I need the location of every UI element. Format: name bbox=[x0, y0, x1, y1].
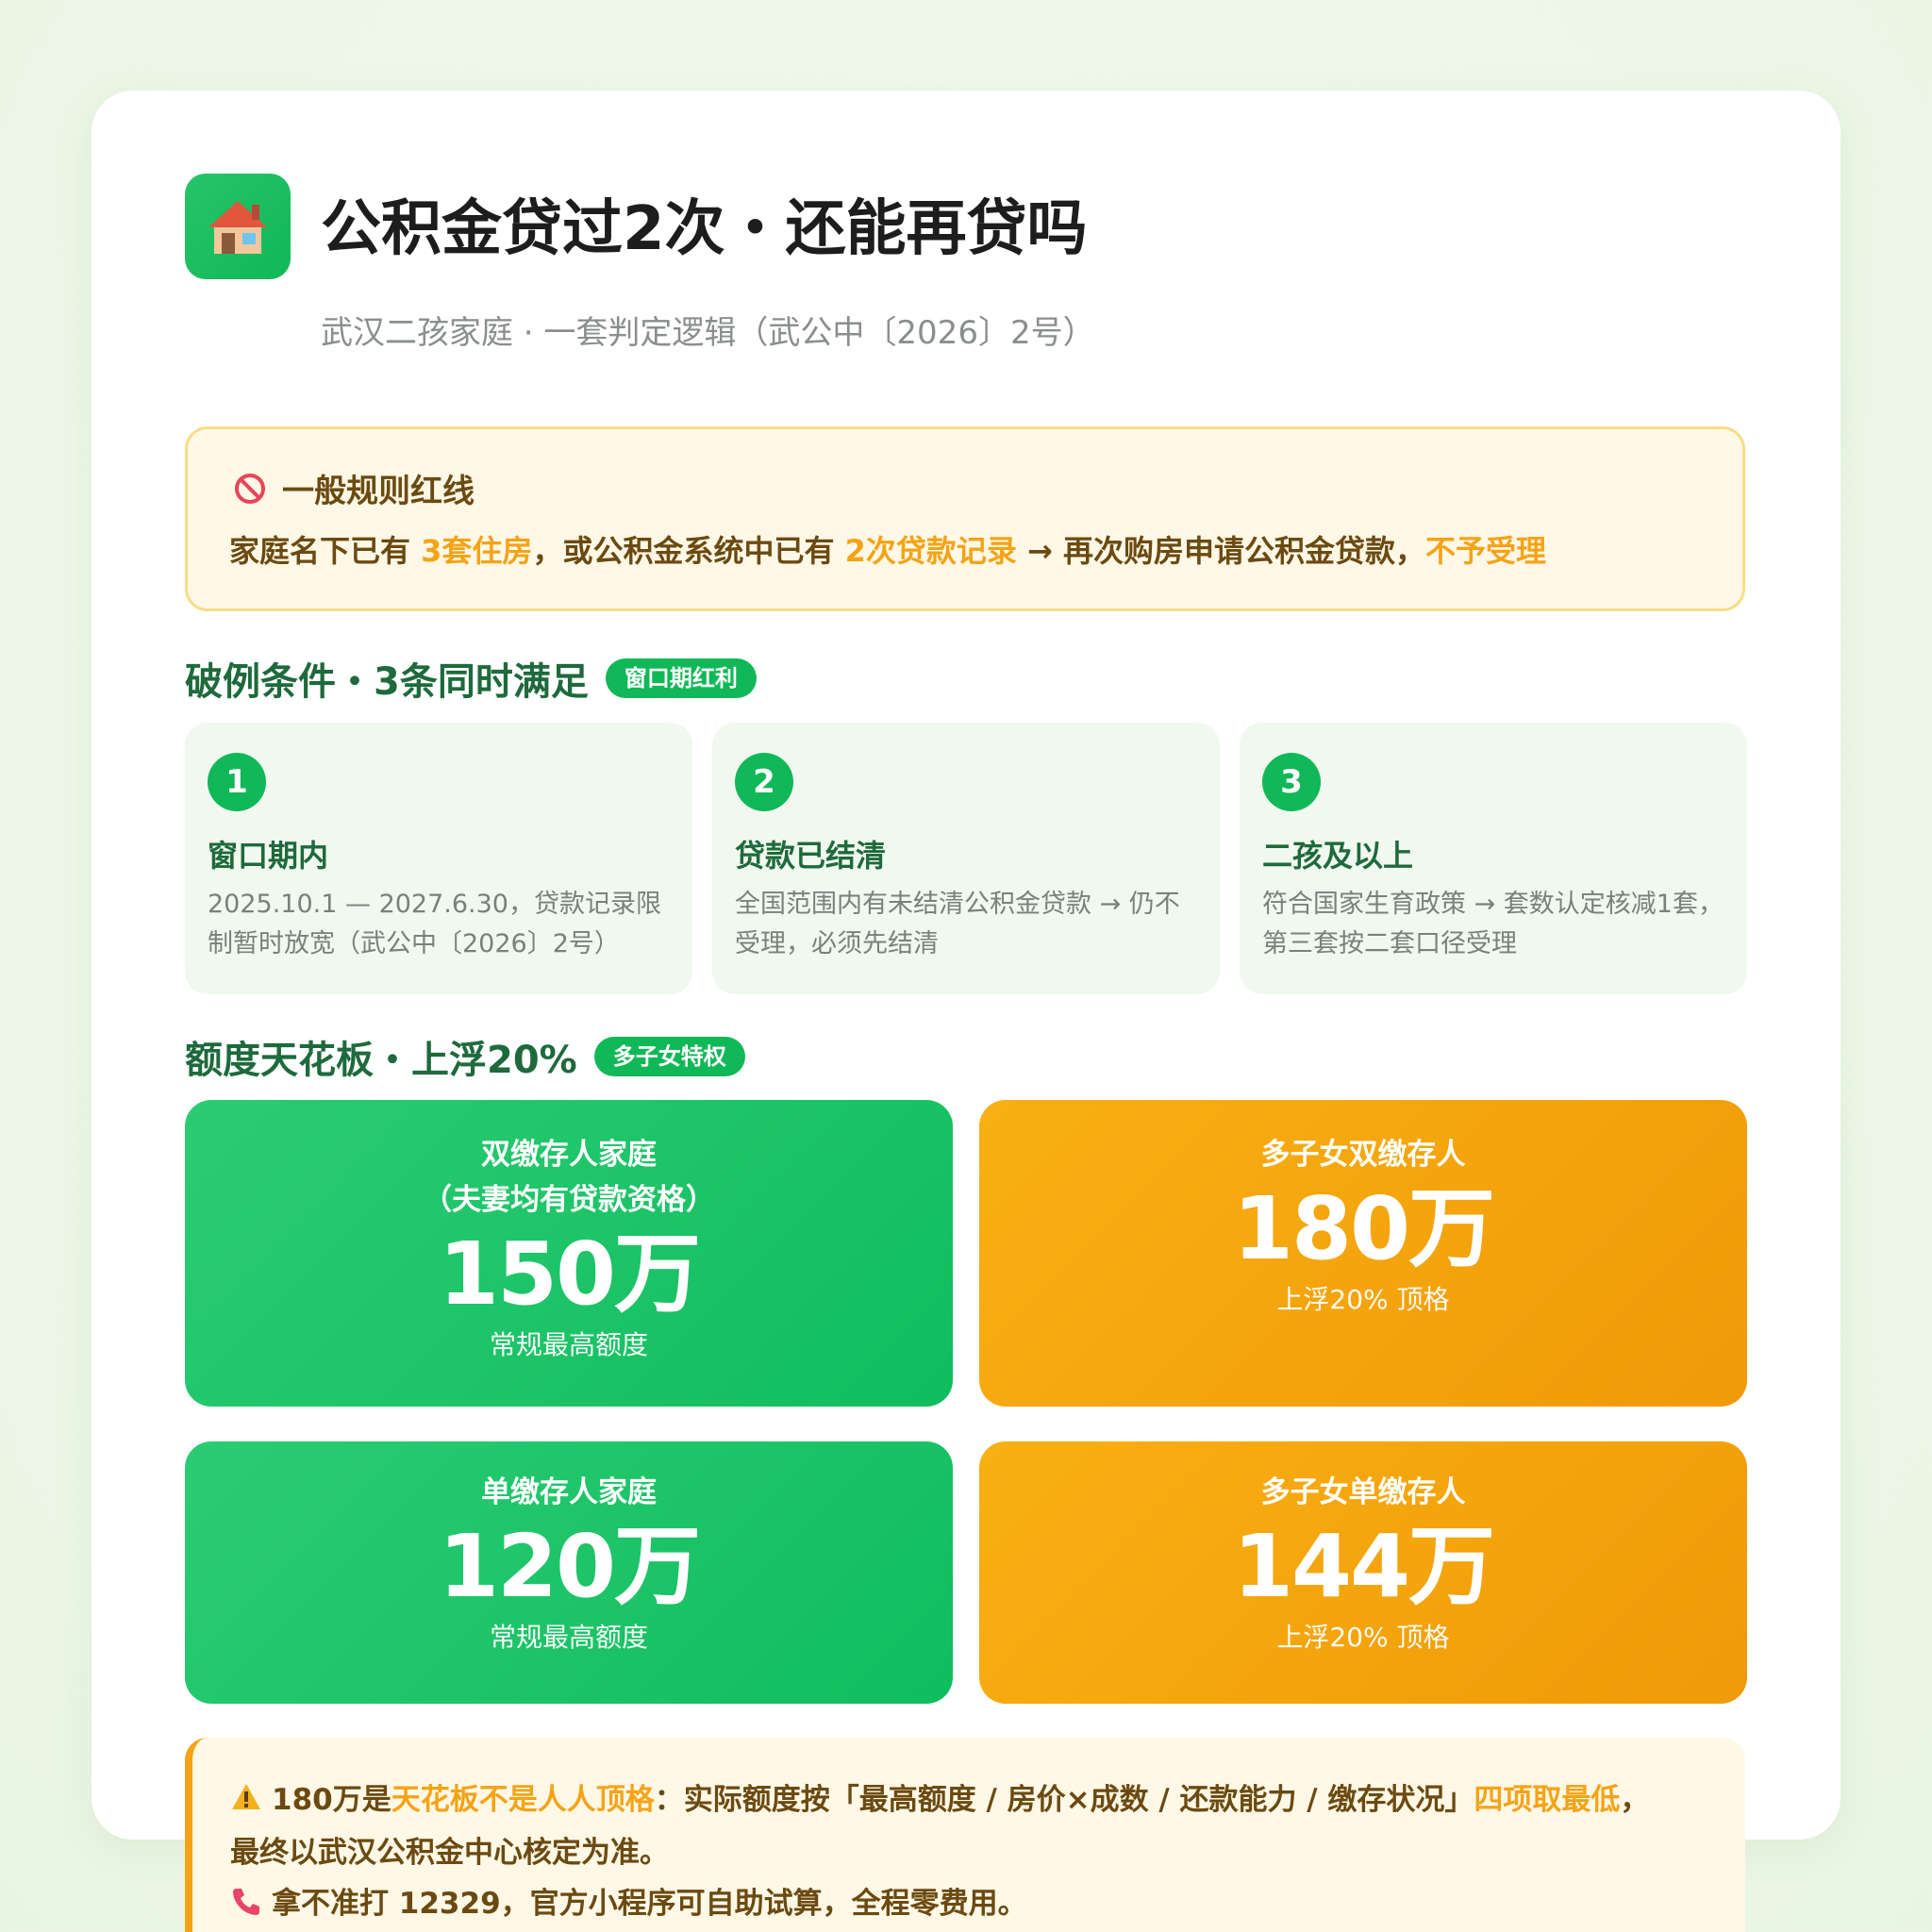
quota-heading: 额度天花板・上浮20% 多子女特权 bbox=[185, 1029, 745, 1084]
tile-note: 上浮20% 顶格 bbox=[1276, 1284, 1450, 1315]
condition-number: 1 bbox=[208, 753, 266, 811]
condition-card: 2 贷款已结清 全国范围内有未结清公积金贷款 → 仍不受理，必须先结清 bbox=[712, 723, 1220, 994]
condition-desc: 符合国家生育政策 → 套数认定核减1套，第三套按二套口径受理 bbox=[1262, 890, 1724, 958]
tile-note: 常规最高额度 bbox=[489, 1622, 648, 1653]
highlight-rejected: 不予受理 bbox=[1424, 533, 1546, 569]
no-entry-icon bbox=[235, 473, 265, 504]
quota-tile-multi-dual: 多子女双缴存人 180万 上浮20% 顶格 bbox=[979, 1100, 1747, 1407]
phone-icon bbox=[233, 1888, 259, 1915]
redline-box: 一般规则红线 家庭名下已有 3套住房，或公积金系统中已有 2次贷款记录 → 再次… bbox=[185, 426, 1745, 611]
condition-desc: 全国范围内有未结清公积金贷款 → 仍不受理，必须先结清 bbox=[735, 890, 1180, 958]
condition-desc: 2025.10.1 — 2027.6.30，贷款记录限制暂时放宽（武公中〔202… bbox=[208, 890, 661, 958]
note-line-3: 拿不准打 12329，官方小程序可自助试算，全程零费用。 bbox=[230, 1879, 1027, 1922]
tile-value: 150万 bbox=[438, 1224, 701, 1324]
note-line-1: 180万是天花板不是人人顶格：实际额度按「最高额度 / 房价×成数 / 还款能力… bbox=[230, 1775, 1649, 1818]
page-subtitle: 武汉二孩家庭 · 一套判定逻辑（武公中〔2026〕2号） bbox=[321, 314, 1095, 352]
conditions-heading: 破例条件・3条同时满足 窗口期红利 bbox=[185, 651, 757, 706]
condition-title: 贷款已结清 bbox=[735, 838, 887, 874]
tile-label: 双缴存人家庭 bbox=[481, 1138, 657, 1172]
note-line-2: 最终以武汉公积金中心核定为准。 bbox=[230, 1836, 669, 1870]
tile-note: 常规最高额度 bbox=[489, 1329, 648, 1360]
highlight-3-houses: 3套住房 bbox=[421, 533, 533, 569]
quota-tile-multi-single: 多子女单缴存人 144万 上浮20% 顶格 bbox=[979, 1441, 1747, 1704]
page-title: 公积金贷过2次・还能再贷吗 bbox=[321, 194, 1088, 264]
condition-number: 2 bbox=[735, 753, 793, 811]
highlight-2-loans: 2次贷款记录 bbox=[844, 533, 1017, 569]
condition-card: 3 二孩及以上 符合国家生育政策 → 套数认定核减1套，第三套按二套口径受理 bbox=[1240, 723, 1747, 994]
redline-heading: 一般规则红线 bbox=[282, 473, 475, 510]
tile-value: 180万 bbox=[1232, 1178, 1495, 1279]
tile-label: 单缴存人家庭 bbox=[481, 1475, 657, 1509]
quota-tile-dual: 双缴存人家庭 （夫妻均有贷款资格） 150万 常规最高额度 bbox=[185, 1100, 953, 1407]
quota-tile-single: 单缴存人家庭 120万 常规最高额度 bbox=[185, 1441, 953, 1704]
condition-card: 1 窗口期内 2025.10.1 — 2027.6.30，贷款记录限制暂时放宽（… bbox=[185, 723, 692, 994]
redline-text: 家庭名下已有 3套住房，或公积金系统中已有 2次贷款记录 → 再次购房申请公积金… bbox=[229, 533, 1546, 569]
window-period-badge: 窗口期红利 bbox=[605, 658, 757, 698]
condition-title: 窗口期内 bbox=[208, 838, 329, 874]
tile-note: 上浮20% 顶格 bbox=[1276, 1622, 1450, 1653]
note-box: 180万是天花板不是人人顶格：实际额度按「最高额度 / 房价×成数 / 还款能力… bbox=[185, 1738, 1745, 1932]
tile-label-sub: （夫妻均有贷款资格） bbox=[423, 1183, 715, 1217]
house-icon bbox=[208, 201, 267, 254]
warning-icon bbox=[232, 1783, 260, 1809]
condition-title: 二孩及以上 bbox=[1262, 838, 1414, 874]
tile-value: 144万 bbox=[1232, 1516, 1495, 1617]
tile-value: 120万 bbox=[438, 1516, 701, 1617]
app-logo bbox=[185, 174, 291, 279]
tile-label: 多子女双缴存人 bbox=[1260, 1138, 1466, 1172]
multi-child-badge: 多子女特权 bbox=[593, 1037, 745, 1076]
condition-number: 3 bbox=[1262, 753, 1321, 811]
tile-label: 多子女单缴存人 bbox=[1260, 1475, 1466, 1509]
